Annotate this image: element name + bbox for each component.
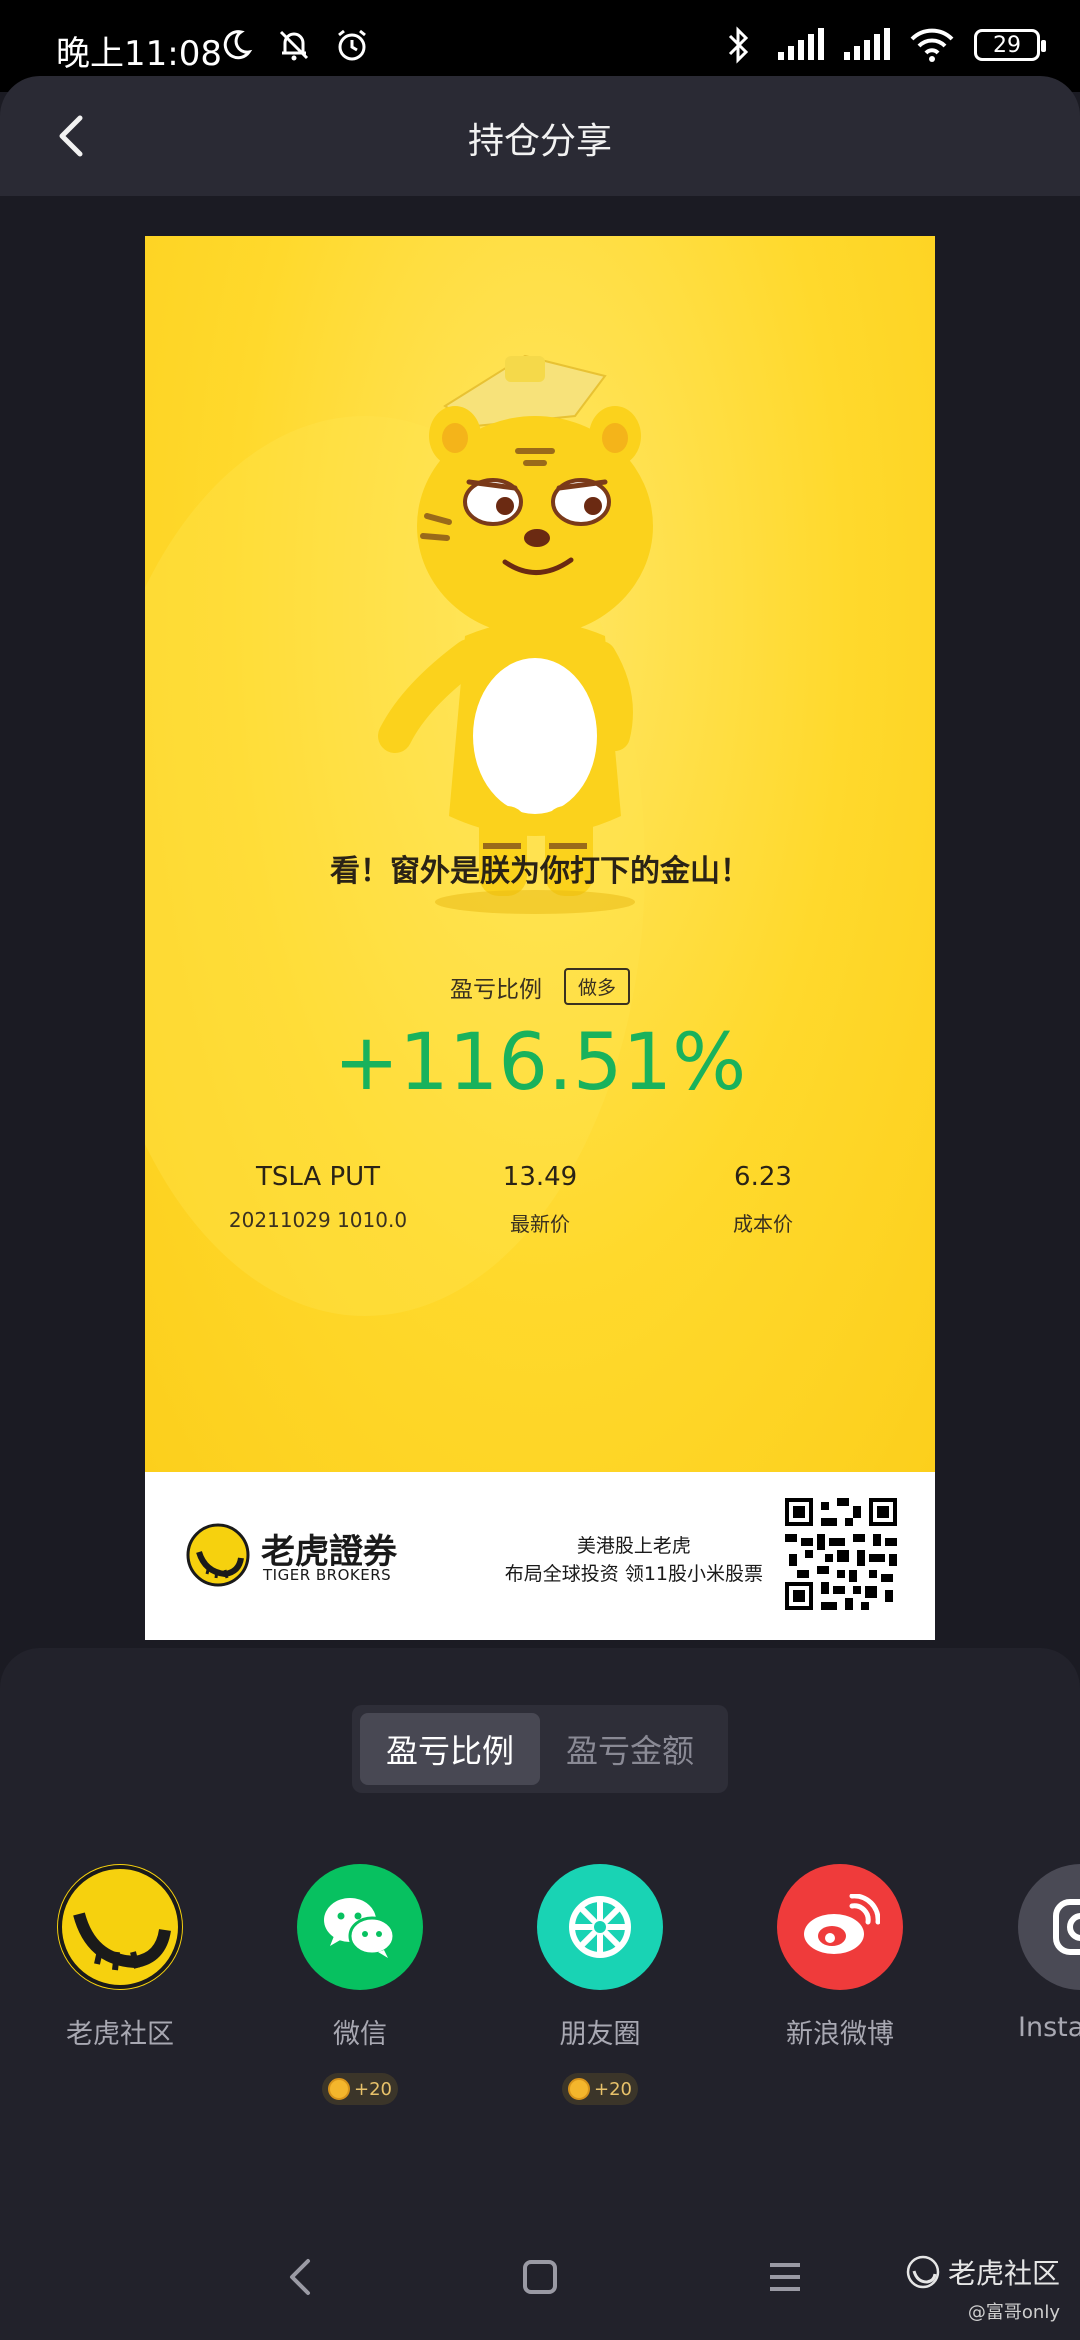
coin-icon: [328, 2078, 350, 2100]
share-tiger-community[interactable]: 老虎社区: [20, 1864, 220, 2051]
latest-price-label: 最新价: [510, 1212, 570, 1236]
alarm-icon: [332, 24, 372, 66]
reward-value: +20: [594, 2078, 632, 2100]
tiger-brokers-logo-icon: [186, 1523, 250, 1587]
share-label: 新浪微博: [786, 2019, 894, 2050]
nav-home-button[interactable]: [515, 2252, 565, 2302]
signal-icon: [776, 24, 824, 66]
app-header: 持仓分享: [0, 76, 1080, 196]
slogan: 美港股上老虎 布局全球投资 领11股小米股票: [505, 1532, 763, 1588]
nav-home-icon: [523, 2260, 557, 2294]
tiger-community-icon: [57, 1864, 183, 1990]
status-left-icons: [216, 24, 372, 66]
share-label: 老虎社区: [66, 2019, 174, 2050]
battery-indicator: 29: [974, 29, 1046, 61]
qr-code-icon: [785, 1498, 897, 1610]
signal-icon-2: [842, 24, 890, 66]
share-weibo[interactable]: 新浪微博: [740, 1864, 940, 2051]
symbol: TSLA PUT: [255, 1162, 381, 1192]
share-card-preview: 看！窗外是朕为你打下的金山！ 盈亏比例 做多 +116.51% TSLA PUT…: [145, 236, 935, 1640]
card-poster: 看！窗外是朕为你打下的金山！ 盈亏比例 做多 +116.51% TSLA PUT…: [145, 236, 935, 1472]
moments-icon: [537, 1864, 663, 1990]
share-targets: 老虎社区 微信 +20 朋友圈 +20 新浪微博 Insta: [0, 1864, 1080, 2124]
pnl-mode-toggle: 盈亏比例 盈亏金额: [352, 1705, 728, 1793]
watermark-main: 老虎社区: [906, 2252, 1060, 2292]
tab-pnl-ratio[interactable]: 盈亏比例: [360, 1713, 540, 1785]
cost-price-label: 成本价: [733, 1212, 793, 1236]
symbol-column: TSLA PUT 20211029 1010.0: [208, 1162, 428, 1232]
slogan-line-2: 布局全球投资 领11股小米股票: [504, 1563, 763, 1585]
reward-badge: +20: [322, 2073, 398, 2105]
share-label: 朋友圈: [559, 2019, 641, 2050]
weibo-icon: [777, 1864, 903, 1990]
direction-badge: 做多: [563, 968, 630, 1005]
cost-price: 6.23: [734, 1162, 792, 1192]
bell-off-icon: [274, 24, 314, 66]
page-title: 持仓分享: [467, 121, 612, 162]
card-headline: 看！窗外是朕为你打下的金山！: [330, 854, 750, 889]
pnl-ratio-value: +116.51%: [333, 1018, 747, 1108]
watermark-text: 老虎社区: [947, 2257, 1060, 2290]
watermark: 老虎社区 @富哥only: [906, 2252, 1060, 2324]
instagram-icon: [1018, 1864, 1080, 1990]
reward-value: +20: [354, 2078, 392, 2100]
watermark-author: @富哥only: [967, 2302, 1060, 2323]
reward-badge: +20: [562, 2073, 638, 2105]
wechat-icon: [297, 1864, 423, 1990]
brand-name-en: TIGER BROKERS: [263, 1566, 392, 1584]
latest-price-column: 13.49 最新价: [430, 1162, 650, 1237]
nav-menu-button[interactable]: [760, 2252, 810, 2302]
share-label: 微信: [333, 2019, 387, 2050]
share-instagram[interactable]: Insta: [980, 1864, 1080, 2043]
nav-back-button[interactable]: [275, 2252, 325, 2302]
latest-price: 13.49: [502, 1162, 578, 1192]
position-info: TSLA PUT 20211029 1010.0 13.49 最新价 6.23 …: [145, 1162, 935, 1252]
card-footer: 老虎證券 TIGER BROKERS 美港股上老虎 布局全球投资 领11股小米股…: [145, 1472, 935, 1640]
status-right-icons: 29: [718, 24, 1046, 66]
pnl-label-row: 盈亏比例 做多: [145, 968, 935, 1005]
bluetooth-icon: [718, 24, 758, 66]
cost-price-column: 6.23 成本价: [653, 1162, 873, 1237]
coin-icon: [568, 2078, 590, 2100]
nav-back-icon: [290, 2259, 310, 2295]
moon-icon: [216, 24, 256, 66]
pnl-ratio-label: 盈亏比例: [449, 976, 542, 1003]
tab-pnl-amount[interactable]: 盈亏金额: [540, 1713, 720, 1785]
share-moments[interactable]: 朋友圈 +20: [500, 1864, 700, 2105]
wifi-icon: [908, 24, 956, 66]
share-label: Insta: [1018, 2012, 1080, 2043]
nav-menu-icon: [770, 2263, 800, 2291]
share-wechat[interactable]: 微信 +20: [260, 1864, 460, 2105]
slogan-line-1: 美港股上老虎: [576, 1535, 691, 1557]
tiger-community-watermark-icon: [906, 2255, 940, 2289]
contract-detail: 20211029 1010.0: [228, 1208, 408, 1232]
status-time: 晚上11:08: [56, 34, 222, 74]
